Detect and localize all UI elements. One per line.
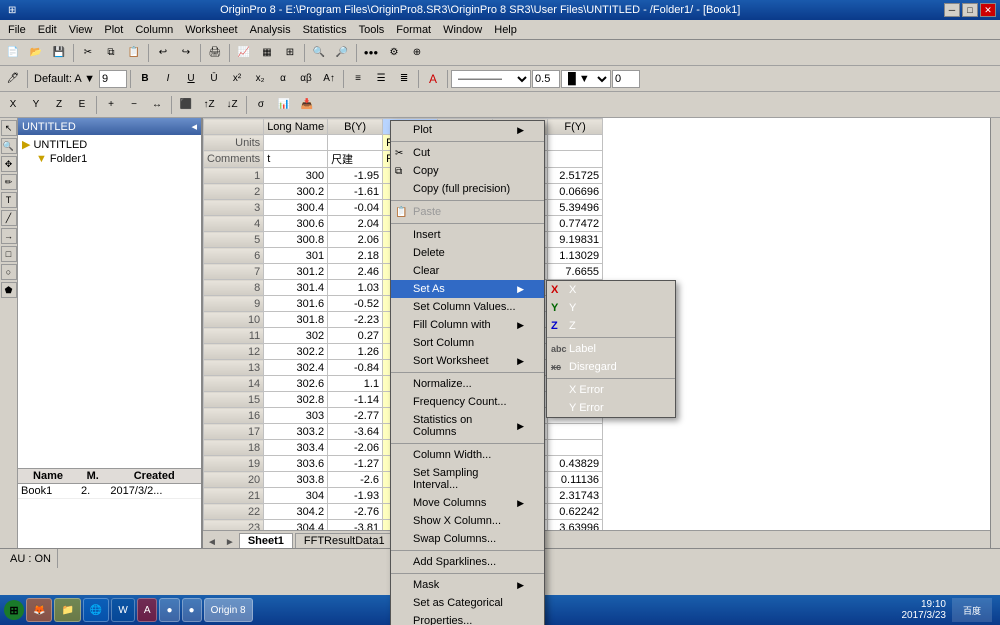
sub-y[interactable]: Y Y — [547, 299, 675, 317]
ctx-fill-col[interactable]: Fill Column with ▶ — [391, 316, 544, 334]
cut-icon: ✂ — [395, 148, 403, 159]
ctx-normalize-label: Normalize... — [413, 378, 472, 390]
sub-z-icon: Z — [551, 320, 558, 332]
ctx-move-cols[interactable]: Move Columns ▶ — [391, 494, 544, 512]
ctx-paste-label: Paste — [413, 206, 441, 218]
ctx-fill-col-arrow: ▶ — [517, 320, 524, 331]
ctx-plot-arrow: ▶ — [517, 125, 524, 136]
paste-icon: 📋 — [395, 207, 407, 218]
ctx-set-as-label: Set As — [413, 283, 445, 295]
ctx-sep-5 — [391, 443, 544, 444]
ctx-sparklines[interactable]: Add Sparklines... — [391, 553, 544, 571]
ctx-delete-label: Delete — [413, 247, 445, 259]
sub-y-icon: Y — [551, 302, 558, 314]
sub-disregard-icon: xc — [551, 362, 561, 372]
ctx-stats-cols-label: Statistics on Columns — [413, 414, 517, 438]
sub-label[interactable]: abc Label — [547, 340, 675, 358]
sub-x-error[interactable]: X Error — [547, 381, 675, 399]
ctx-set-col-vals-label: Set Column Values... — [413, 301, 516, 313]
ctx-copy-full-label: Copy (full precision) — [413, 183, 510, 195]
ctx-plot-label: Plot — [413, 124, 432, 136]
ctx-swap-cols[interactable]: Swap Columns... — [391, 530, 544, 548]
ctx-categorical[interactable]: Set as Categorical — [391, 594, 544, 612]
sub-label-label: Label — [569, 343, 596, 355]
ctx-col-width-label: Column Width... — [413, 449, 491, 461]
sub-x-icon: X — [551, 284, 558, 296]
ctx-sampling-label: Set Sampling Interval... — [413, 467, 524, 491]
sub-y-error[interactable]: Y Error — [547, 399, 675, 417]
sub-x-label: X — [569, 284, 576, 296]
ctx-move-cols-arrow: ▶ — [517, 498, 524, 509]
sub-y-label: Y — [569, 302, 576, 314]
ctx-mask-arrow: ▶ — [517, 580, 524, 591]
ctx-sep-7 — [391, 573, 544, 574]
ctx-sort-col[interactable]: Sort Column — [391, 334, 544, 352]
ctx-copy-full[interactable]: Copy (full precision) — [391, 180, 544, 198]
ctx-sampling[interactable]: Set Sampling Interval... — [391, 464, 544, 494]
ctx-set-col-vals[interactable]: Set Column Values... — [391, 298, 544, 316]
ctx-clear-label: Clear — [413, 265, 439, 277]
ctx-sparklines-label: Add Sparklines... — [413, 556, 496, 568]
ctx-swap-cols-label: Swap Columns... — [413, 533, 496, 545]
ctx-sep-2 — [391, 200, 544, 201]
sub-disregard-label: Disregard — [569, 361, 617, 373]
ctx-delete[interactable]: Delete — [391, 244, 544, 262]
copy-icon: ⧉ — [395, 166, 402, 177]
ctx-mask[interactable]: Mask ▶ — [391, 576, 544, 594]
sub-x[interactable]: X X — [547, 281, 675, 299]
sub-disregard[interactable]: xc Disregard — [547, 358, 675, 376]
ctx-mask-label: Mask — [413, 579, 439, 591]
ctx-sort-ws-label: Sort Worksheet — [413, 355, 489, 367]
ctx-normalize[interactable]: Normalize... — [391, 375, 544, 393]
context-menu-overlay[interactable]: Plot ▶ ✂ Cut ⧉ Copy Copy (full precision… — [0, 0, 1000, 625]
sub-z-label: Z — [569, 320, 576, 332]
ctx-sort-ws[interactable]: Sort Worksheet ▶ — [391, 352, 544, 370]
ctx-freq-count[interactable]: Frequency Count... — [391, 393, 544, 411]
ctx-sort-col-label: Sort Column — [413, 337, 474, 349]
ctx-properties[interactable]: Properties... — [391, 612, 544, 625]
ctx-sep-6 — [391, 550, 544, 551]
ctx-insert-label: Insert — [413, 229, 441, 241]
context-menu: Plot ▶ ✂ Cut ⧉ Copy Copy (full precision… — [390, 120, 545, 625]
ctx-copy[interactable]: ⧉ Copy — [391, 162, 544, 180]
ctx-col-width[interactable]: Column Width... — [391, 446, 544, 464]
ctx-fill-col-label: Fill Column with — [413, 319, 491, 331]
ctx-freq-count-label: Frequency Count... — [413, 396, 507, 408]
submenu-set-as: X X Y Y Z Z abc Label — [546, 280, 676, 418]
ctx-categorical-label: Set as Categorical — [413, 597, 503, 609]
ctx-sep-4 — [391, 372, 544, 373]
ctx-show-x-label: Show X Column... — [413, 515, 501, 527]
sub-y-error-label: Y Error — [569, 402, 604, 414]
ctx-properties-label: Properties... — [413, 615, 472, 625]
sub-z[interactable]: Z Z — [547, 317, 675, 335]
ctx-clear[interactable]: Clear — [391, 262, 544, 280]
sub-label-icon: abc — [551, 344, 567, 354]
ctx-sep-3 — [391, 223, 544, 224]
ctx-cut-label: Cut — [413, 147, 430, 159]
ctx-sep-1 — [391, 141, 544, 142]
ctx-stats-cols[interactable]: Statistics on Columns ▶ — [391, 411, 544, 441]
ctx-show-x[interactable]: Show X Column... — [391, 512, 544, 530]
ctx-move-cols-label: Move Columns — [413, 497, 486, 509]
ctx-cut[interactable]: ✂ Cut — [391, 144, 544, 162]
sub-sep-2 — [547, 378, 675, 379]
ctx-set-as[interactable]: Set As ▶ X X Y Y Z Z — [391, 280, 544, 298]
ctx-sort-ws-arrow: ▶ — [517, 356, 524, 367]
sub-sep-1 — [547, 337, 675, 338]
ctx-paste[interactable]: 📋 Paste — [391, 203, 544, 221]
ctx-stats-cols-arrow: ▶ — [517, 421, 524, 432]
ctx-plot[interactable]: Plot ▶ — [391, 121, 544, 139]
sub-x-error-label: X Error — [569, 384, 604, 396]
ctx-copy-label: Copy — [413, 165, 439, 177]
ctx-set-as-arrow: ▶ — [517, 284, 524, 295]
ctx-insert[interactable]: Insert — [391, 226, 544, 244]
